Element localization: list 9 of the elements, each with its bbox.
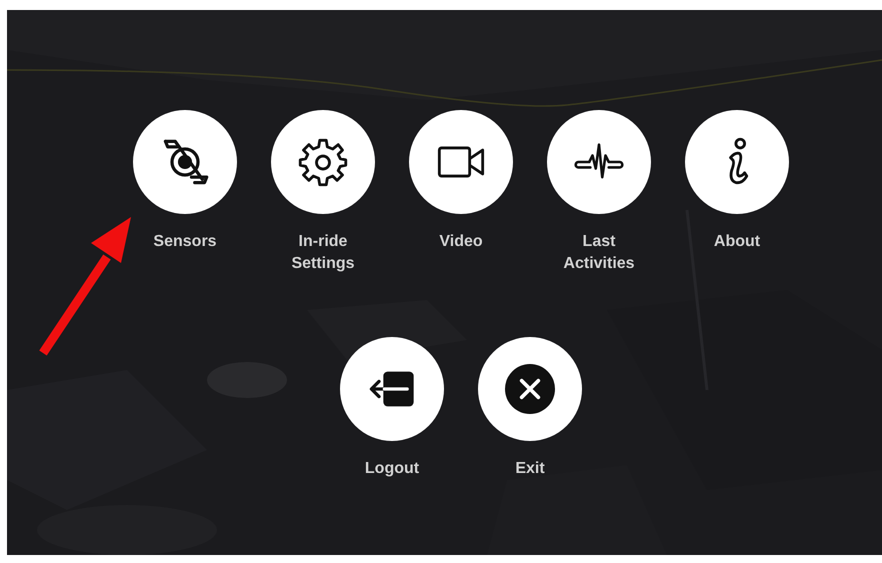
menu-label: About <box>712 232 762 252</box>
close-icon <box>505 364 555 414</box>
gear-icon <box>297 136 349 188</box>
menu-label: Last Activities <box>562 232 636 274</box>
menu-label: Sensors <box>152 232 218 252</box>
menu-label: Logout <box>364 459 420 479</box>
menu-label: In-ride Settings <box>290 232 356 274</box>
menu-label: Video <box>438 232 484 252</box>
menu-label: Exit <box>514 459 546 479</box>
